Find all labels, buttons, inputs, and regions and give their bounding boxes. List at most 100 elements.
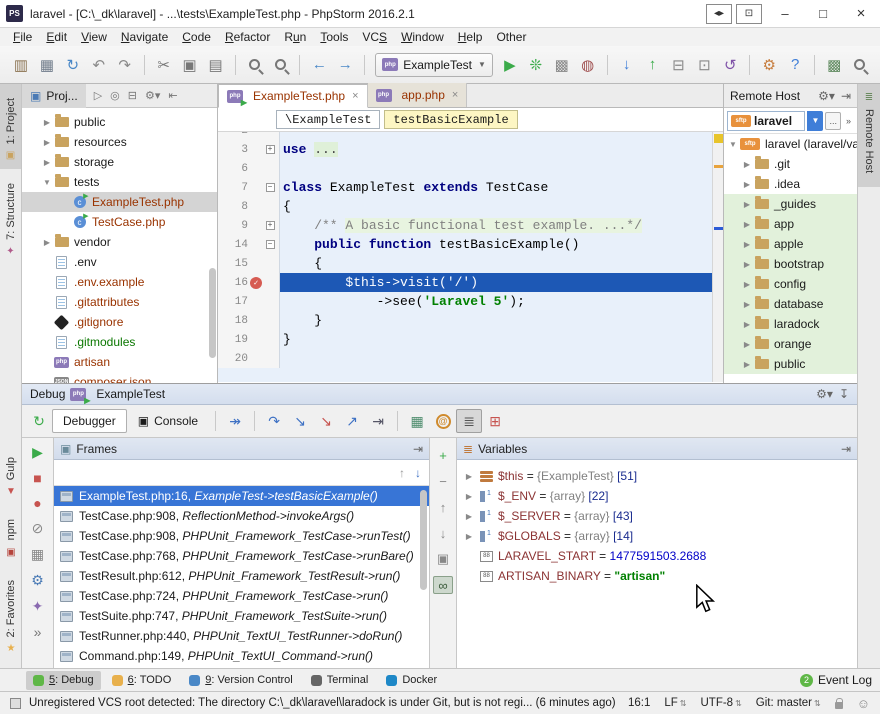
expand-arrow-icon[interactable]: ▶: [740, 340, 754, 349]
force-step-into-icon[interactable]: ↘: [313, 409, 339, 433]
collapse-all-icon[interactable]: ⊟: [128, 89, 137, 102]
expand-arrow-icon[interactable]: ▶: [740, 260, 754, 269]
show-watches-icon[interactable]: ∞: [433, 576, 453, 594]
profiler-icon[interactable]: ◍: [576, 53, 600, 77]
menu-refactor[interactable]: Refactor: [218, 30, 277, 44]
remote-tree-item--idea[interactable]: ▶.idea: [724, 174, 857, 194]
remote-server-dropdown-button[interactable]: ▼: [807, 111, 823, 131]
menu-view[interactable]: View: [74, 30, 114, 44]
remote-tree-item-laradock[interactable]: ▶laradock: [724, 314, 857, 334]
editor-error-stripe[interactable]: [712, 132, 723, 382]
show-execution-point-icon[interactable]: ↠: [222, 409, 248, 433]
breakpoint-icon[interactable]: ✓: [248, 277, 264, 289]
expand-arrow-icon[interactable]: ▼: [40, 178, 54, 187]
project-tree-item-resources[interactable]: ▶resources: [22, 132, 217, 152]
synchronize-icon[interactable]: ↻: [61, 53, 85, 77]
remote-tree-item-app[interactable]: ▶app: [724, 214, 857, 234]
hide-panel-icon[interactable]: ⇤: [168, 89, 177, 102]
gutter[interactable]: 3+: [218, 140, 280, 159]
menu-window[interactable]: Window: [394, 30, 451, 44]
tool-button-favorites[interactable]: 2: Favorites★: [0, 566, 22, 662]
remote-tree-item-database[interactable]: ▶database: [724, 294, 857, 314]
fold-marker-icon[interactable]: −: [264, 183, 276, 192]
project-tree-item--env[interactable]: .env: [22, 252, 217, 272]
frame-row[interactable]: TestCase.php:724, PHPUnit_Framework_Test…: [54, 586, 429, 606]
toolwindow-debug[interactable]: 5: Debug: [26, 671, 101, 690]
run-icon[interactable]: ▶: [498, 53, 522, 77]
expand-arrow-icon[interactable]: ▶: [740, 180, 754, 189]
project-tree-item-vendor[interactable]: ▶vendor: [22, 232, 217, 252]
toolwindow-switcher-icon[interactable]: [10, 698, 21, 709]
toolwindow-version-control[interactable]: 9: Version Control: [182, 671, 299, 690]
resume-icon[interactable]: ▶: [32, 444, 43, 461]
help-icon[interactable]: ?: [783, 53, 807, 77]
collapse-arrow-icon[interactable]: ▼: [726, 140, 740, 149]
copy-value-icon[interactable]: ▣: [433, 550, 453, 568]
gutter[interactable]: 6: [218, 159, 280, 178]
tool-button-gulp[interactable]: Gulp▼: [0, 443, 22, 505]
variable-row[interactable]: ▶$this = {ExampleTest} [51]: [457, 466, 857, 486]
toolwindow-todo[interactable]: 6: TODO: [105, 671, 179, 690]
debug-tab-console[interactable]: ▣Console: [127, 409, 209, 433]
forward-icon[interactable]: →: [333, 53, 357, 77]
run-configuration-select[interactable]: phpExampleTest▼: [375, 53, 493, 77]
fold-marker-icon[interactable]: +: [264, 145, 276, 154]
panel-settings-icon[interactable]: ⚙▾: [816, 387, 833, 401]
frame-up-icon[interactable]: ↑: [399, 466, 405, 480]
expand-arrow-icon[interactable]: ▶: [463, 532, 475, 541]
coverage-icon[interactable]: ▩: [550, 53, 574, 77]
code-area[interactable]: 23+use ...67−class ExampleTest extends T…: [218, 132, 723, 382]
debug-settings-icon[interactable]: ⚙: [31, 572, 44, 589]
menu-file[interactable]: File: [6, 30, 39, 44]
tool-button-structure[interactable]: 7: Structure✦: [0, 169, 21, 265]
view-breakpoints-icon[interactable]: ●: [33, 495, 41, 511]
frame-row[interactable]: TestCase.php:908, ReflectionMethod->invo…: [54, 506, 429, 526]
project-panel-tab[interactable]: ▣ Proj...: [22, 84, 86, 108]
hector-inspections-icon[interactable]: ☺: [857, 696, 870, 711]
rollback-icon[interactable]: ↺: [718, 53, 742, 77]
debug-tab-debugger[interactable]: Debugger: [52, 409, 127, 433]
toolwindow-terminal[interactable]: Terminal: [304, 671, 376, 690]
status-segment-lf[interactable]: LF⇅: [664, 697, 686, 709]
project-tree-item-artisan[interactable]: phpartisan: [22, 352, 217, 372]
undo-icon[interactable]: ↶: [87, 53, 111, 77]
remote-tree-item-orange[interactable]: ▶orange: [724, 334, 857, 354]
remote-root-item[interactable]: ▼sftplaravel (laravel/var: [724, 134, 857, 154]
remote-more-chevrons[interactable]: »: [843, 112, 854, 130]
frame-row[interactable]: TestResult.php:612, PHPUnit_Framework_Te…: [54, 566, 429, 586]
tool-button-npm[interactable]: npm▣: [0, 505, 22, 565]
menu-navigate[interactable]: Navigate: [114, 30, 175, 44]
frame-row[interactable]: TestSuite.php:747, PHPUnit_Framework_Tes…: [54, 606, 429, 626]
menu-tools[interactable]: Tools: [313, 30, 355, 44]
frame-row[interactable]: Command.php:149, PHPUnit_TextUI_Command-…: [54, 646, 429, 666]
remote-tree-item-bootstrap[interactable]: ▶bootstrap: [724, 254, 857, 274]
panel-settings-icon[interactable]: ⚙▾: [145, 89, 160, 102]
expand-arrow-icon[interactable]: ▶: [40, 238, 54, 247]
expand-arrow-icon[interactable]: ▶: [463, 472, 475, 481]
move-down-icon[interactable]: ↓: [433, 524, 453, 542]
gutter[interactable]: 18: [218, 311, 280, 330]
more-icon[interactable]: »: [34, 624, 42, 640]
project-tree-item-public[interactable]: ▶public: [22, 112, 217, 132]
frame-row[interactable]: TestCase.php:908, PHPUnit_Framework_Test…: [54, 526, 429, 546]
inline-values-icon[interactable]: ≣: [456, 409, 482, 433]
mute-breakpoints-icon[interactable]: ⊘: [32, 520, 44, 537]
close-button[interactable]: ×: [842, 1, 880, 27]
show-changes-icon[interactable]: ⊡: [692, 53, 716, 77]
variable-row[interactable]: ▶1$_ENV = {array} [22]: [457, 486, 857, 506]
project-tree-item--gitmodules[interactable]: .gitmodules: [22, 332, 217, 352]
project-tree-item--env-example[interactable]: .env.example: [22, 272, 217, 292]
editor-tab-exampletest-php[interactable]: phpExampleTest.php×: [218, 84, 368, 108]
fold-marker-icon[interactable]: +: [264, 221, 276, 230]
variable-row[interactable]: 88LARAVEL_START = 1477591503.2688: [457, 546, 857, 566]
expand-arrow-icon[interactable]: ▶: [40, 118, 54, 127]
minimize-button[interactable]: –: [766, 1, 804, 27]
expand-arrow-icon[interactable]: ▶: [463, 512, 475, 521]
project-scrollbar[interactable]: [209, 268, 216, 358]
menu-vcs[interactable]: VCS: [355, 30, 394, 44]
rerun-icon[interactable]: ↻: [26, 409, 52, 433]
restore-layout-icon[interactable]: ⊞: [482, 409, 508, 433]
fold-marker-icon[interactable]: −: [264, 240, 276, 249]
gutter[interactable]: 2: [218, 132, 280, 140]
move-up-icon[interactable]: ↑: [433, 498, 453, 516]
